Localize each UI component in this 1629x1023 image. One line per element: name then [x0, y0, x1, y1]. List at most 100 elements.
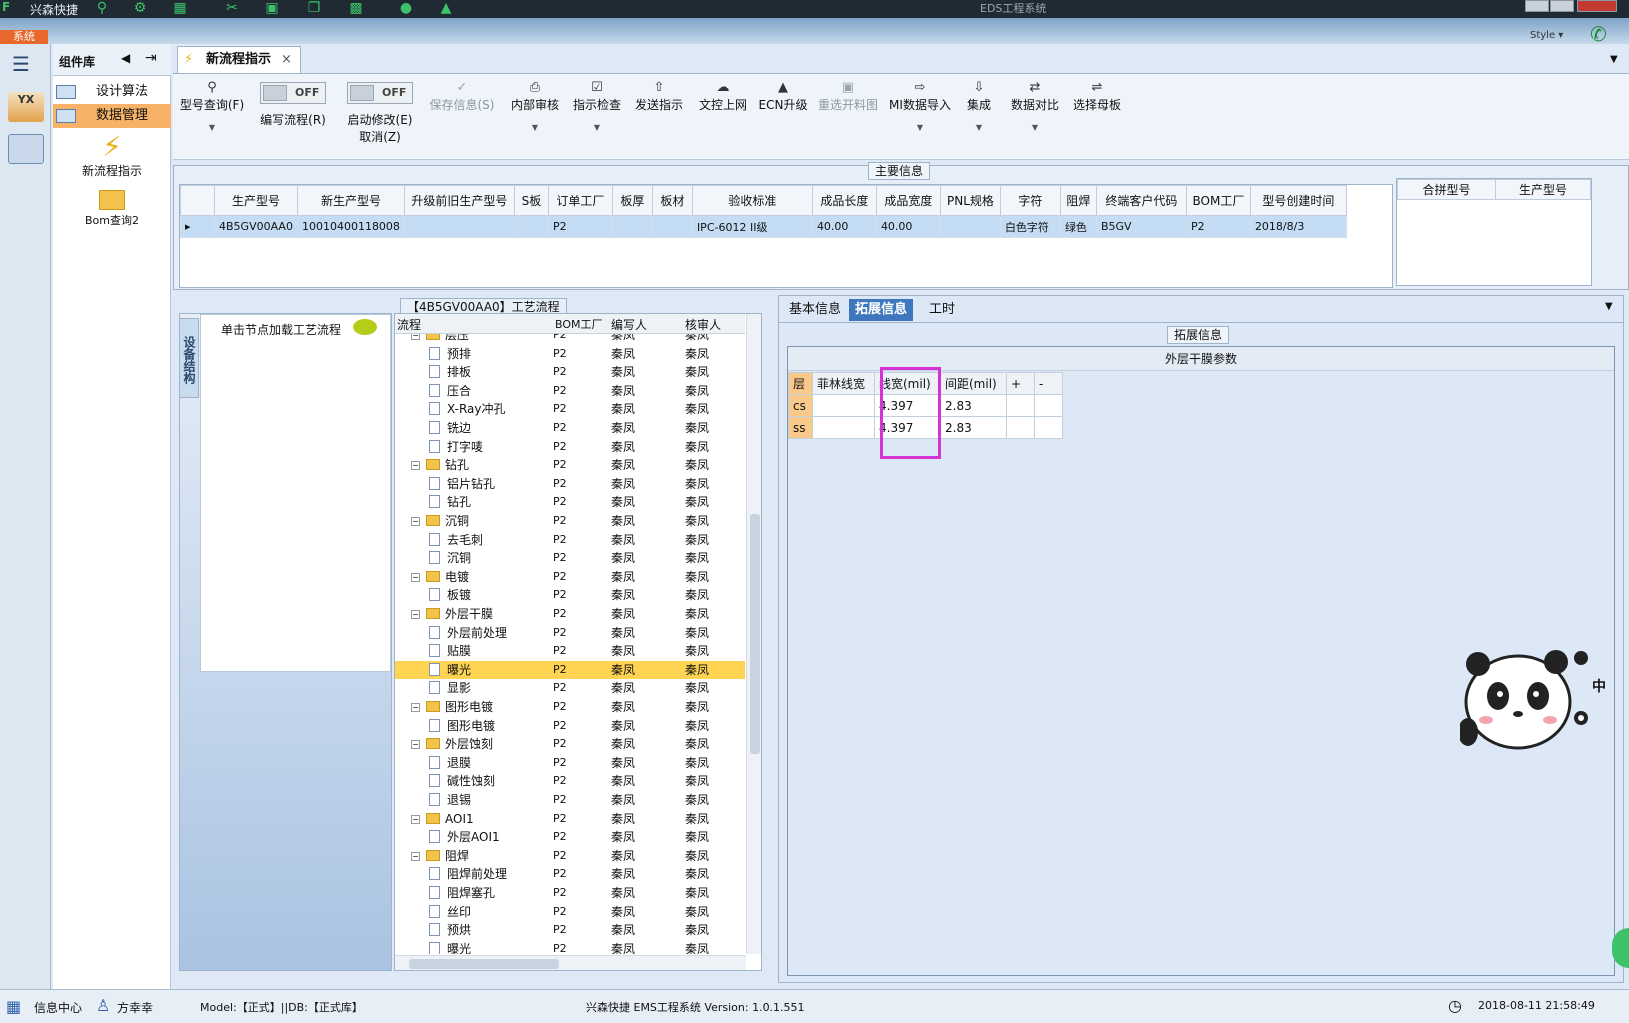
tree-row[interactable]: 钻孔 P2 秦凤 秦凤: [395, 493, 745, 512]
main-col-header[interactable]: 新生产型号: [296, 185, 405, 216]
tree-row[interactable]: 阻焊塞孔 P2 秦凤 秦凤: [395, 884, 745, 903]
table-cell[interactable]: [611, 215, 653, 238]
tree-row[interactable]: 铝片钻孔 P2 秦凤 秦凤: [395, 475, 745, 494]
table-cell[interactable]: 10010400118008: [296, 215, 405, 238]
main-col-header[interactable]: 生产型号: [214, 185, 298, 216]
yx-module-icon[interactable]: YX: [8, 92, 44, 122]
panel-dropdown-icon[interactable]: ▼: [1605, 301, 1613, 312]
collapse-icon[interactable]: −: [411, 851, 420, 861]
tab-extended-info[interactable]: 拓展信息: [849, 299, 914, 321]
table-row[interactable]: ▸ 4B5GV00AA0 10010400118008 P2 IPC-6012 II级 4…: [180, 215, 1347, 238]
toggle-switch[interactable]: OFF: [347, 82, 413, 104]
main-col-header[interactable]: S板: [513, 185, 549, 216]
tree-row[interactable]: 外层AOI1 P2 秦凤 秦凤: [395, 828, 745, 847]
settings-icon[interactable]: ⚙: [130, 1, 150, 16]
collapse-icon[interactable]: −: [411, 461, 420, 471]
new-process-instruction-item[interactable]: ⚡ 新流程指示: [53, 132, 171, 179]
save-info-button[interactable]: ✓ 保存信息(S): [427, 80, 497, 113]
horizontal-scrollbar[interactable]: [395, 955, 746, 970]
table-cell[interactable]: [513, 215, 549, 238]
params-cell[interactable]: [1034, 394, 1063, 417]
integration-button[interactable]: ⇩ 集成 ▼: [959, 80, 999, 132]
tree-row[interactable]: − 钻孔 P2 秦凤 秦凤: [395, 456, 745, 475]
main-col-header[interactable]: BOM工厂: [1185, 185, 1251, 216]
tree-row[interactable]: 板镀 P2 秦凤 秦凤: [395, 586, 745, 605]
tree-row[interactable]: 图形电镀 P2 秦凤 秦凤: [395, 717, 745, 736]
params-cell[interactable]: [1006, 394, 1035, 417]
tree-row[interactable]: − 图形电镀 P2 秦凤 秦凤: [395, 698, 745, 717]
tree-row[interactable]: 丝印 P2 秦凤 秦凤: [395, 903, 745, 922]
table-icon[interactable]: ▦: [170, 1, 190, 16]
send-instruction-button[interactable]: ⇧ 发送指示: [631, 80, 687, 113]
tree-row[interactable]: − 外层干膜 P2 秦凤 秦凤: [395, 605, 745, 624]
tab-work-hours[interactable]: 工时: [923, 299, 961, 321]
params-cell[interactable]: ss: [788, 416, 813, 439]
tree-row[interactable]: 碱性蚀刻 P2 秦凤 秦凤: [395, 772, 745, 791]
pin-icon[interactable]: ⇥: [145, 50, 157, 66]
main-col-header[interactable]: 验收标准: [691, 185, 813, 216]
table-cell[interactable]: 2018/8/3: [1249, 215, 1347, 238]
tree-row[interactable]: 外层前处理 P2 秦凤 秦凤: [395, 624, 745, 643]
remove-column-button[interactable]: -: [1034, 372, 1063, 395]
collapse-icon[interactable]: −: [411, 814, 420, 824]
collapse-icon[interactable]: −: [411, 740, 420, 750]
add-column-button[interactable]: +: [1006, 372, 1035, 395]
tree-row[interactable]: 预排 P2 秦凤 秦凤: [395, 345, 745, 364]
style-menu[interactable]: Style ▾: [1530, 30, 1563, 41]
toggle-switch[interactable]: OFF: [260, 82, 326, 104]
tree-row[interactable]: − 电镀 P2 秦凤 秦凤: [395, 568, 745, 587]
tab-equipment-structure[interactable]: 设备结构: [179, 318, 199, 398]
main-col-header[interactable]: 字符: [999, 185, 1061, 216]
params-cell[interactable]: 2.83: [940, 416, 1007, 439]
table-cell[interactable]: B5GV: [1095, 215, 1187, 238]
hamburger-menu-icon[interactable]: ☰: [12, 52, 30, 76]
main-col-header[interactable]: 升级前旧生产型号: [403, 185, 515, 216]
chart-icon[interactable]: ▲: [436, 1, 456, 16]
main-col-header[interactable]: PNL规格: [939, 185, 1001, 216]
params-cell[interactable]: cs: [788, 394, 813, 417]
tree-row[interactable]: 压合 P2 秦凤 秦凤: [395, 382, 745, 401]
params-cell[interactable]: [812, 394, 875, 417]
maximize-button[interactable]: [1550, 0, 1574, 12]
mi-data-import-button[interactable]: ⇨ MI数据导入 ▼: [887, 80, 953, 132]
comp-item-design-algorithm[interactable]: 设计算法: [53, 80, 171, 104]
main-col-header[interactable]: 型号创建时间: [1249, 185, 1347, 216]
table-cell[interactable]: IPC-6012 II级: [691, 215, 813, 238]
main-col-header[interactable]: 阻焊: [1059, 185, 1097, 216]
main-col-header[interactable]: 终端客户代码: [1095, 185, 1187, 216]
collapse-left-icon[interactable]: ◀: [121, 51, 130, 65]
start-modify-toggle[interactable]: OFF 启动修改(E) 取消(Z): [341, 82, 419, 145]
search-icon[interactable]: ⚲: [92, 1, 112, 16]
grid-icon[interactable]: ▩: [346, 1, 366, 16]
collapse-icon[interactable]: −: [411, 703, 420, 712]
main-col-header[interactable]: 成品宽度: [875, 185, 941, 216]
tree-row[interactable]: 退膜 P2 秦凤 秦凤: [395, 754, 745, 773]
tree-row[interactable]: 排板 P2 秦凤 秦凤: [395, 363, 745, 382]
copy-icon[interactable]: ❐: [304, 1, 324, 16]
bom-query-item[interactable]: Bom查询2: [53, 186, 171, 228]
tree-row[interactable]: 沉铜 P2 秦凤 秦凤: [395, 549, 745, 568]
collapse-icon[interactable]: −: [411, 572, 420, 582]
phone-icon[interactable]: ✆: [1590, 22, 1607, 46]
collapse-icon[interactable]: −: [411, 517, 420, 526]
scissors-icon[interactable]: ✂: [222, 1, 242, 16]
scroll-thumb[interactable]: [750, 514, 760, 754]
table-cell[interactable]: 绿色: [1059, 215, 1097, 238]
tree-row[interactable]: 显影 P2 秦凤 秦凤: [395, 679, 745, 698]
tree-row[interactable]: 退锡 P2 秦凤 秦凤: [395, 791, 745, 810]
params-cell[interactable]: [1034, 416, 1063, 439]
tree-row[interactable]: − AOI1 P2 秦凤 秦凤: [395, 810, 745, 829]
table-cell[interactable]: 白色字符: [999, 215, 1061, 238]
collapse-icon[interactable]: −: [411, 334, 420, 340]
close-tab-icon[interactable]: ×: [281, 47, 292, 73]
main-col-header[interactable]: 成品长度: [811, 185, 877, 216]
tree-row[interactable]: 预烘 P2 秦凤 秦凤: [395, 921, 745, 940]
reselect-cutting-chart-button[interactable]: ▣ 重选开料图: [813, 80, 883, 113]
table-cell[interactable]: 40.00: [875, 215, 941, 238]
minimize-button[interactable]: [1525, 0, 1549, 12]
tree-row[interactable]: − 沉铜 P2 秦凤 秦凤: [395, 512, 745, 531]
table-cell[interactable]: [651, 215, 693, 238]
table-cell[interactable]: P2: [547, 215, 613, 238]
save-icon[interactable]: ▣: [262, 1, 282, 16]
params-cell[interactable]: [1006, 416, 1035, 439]
